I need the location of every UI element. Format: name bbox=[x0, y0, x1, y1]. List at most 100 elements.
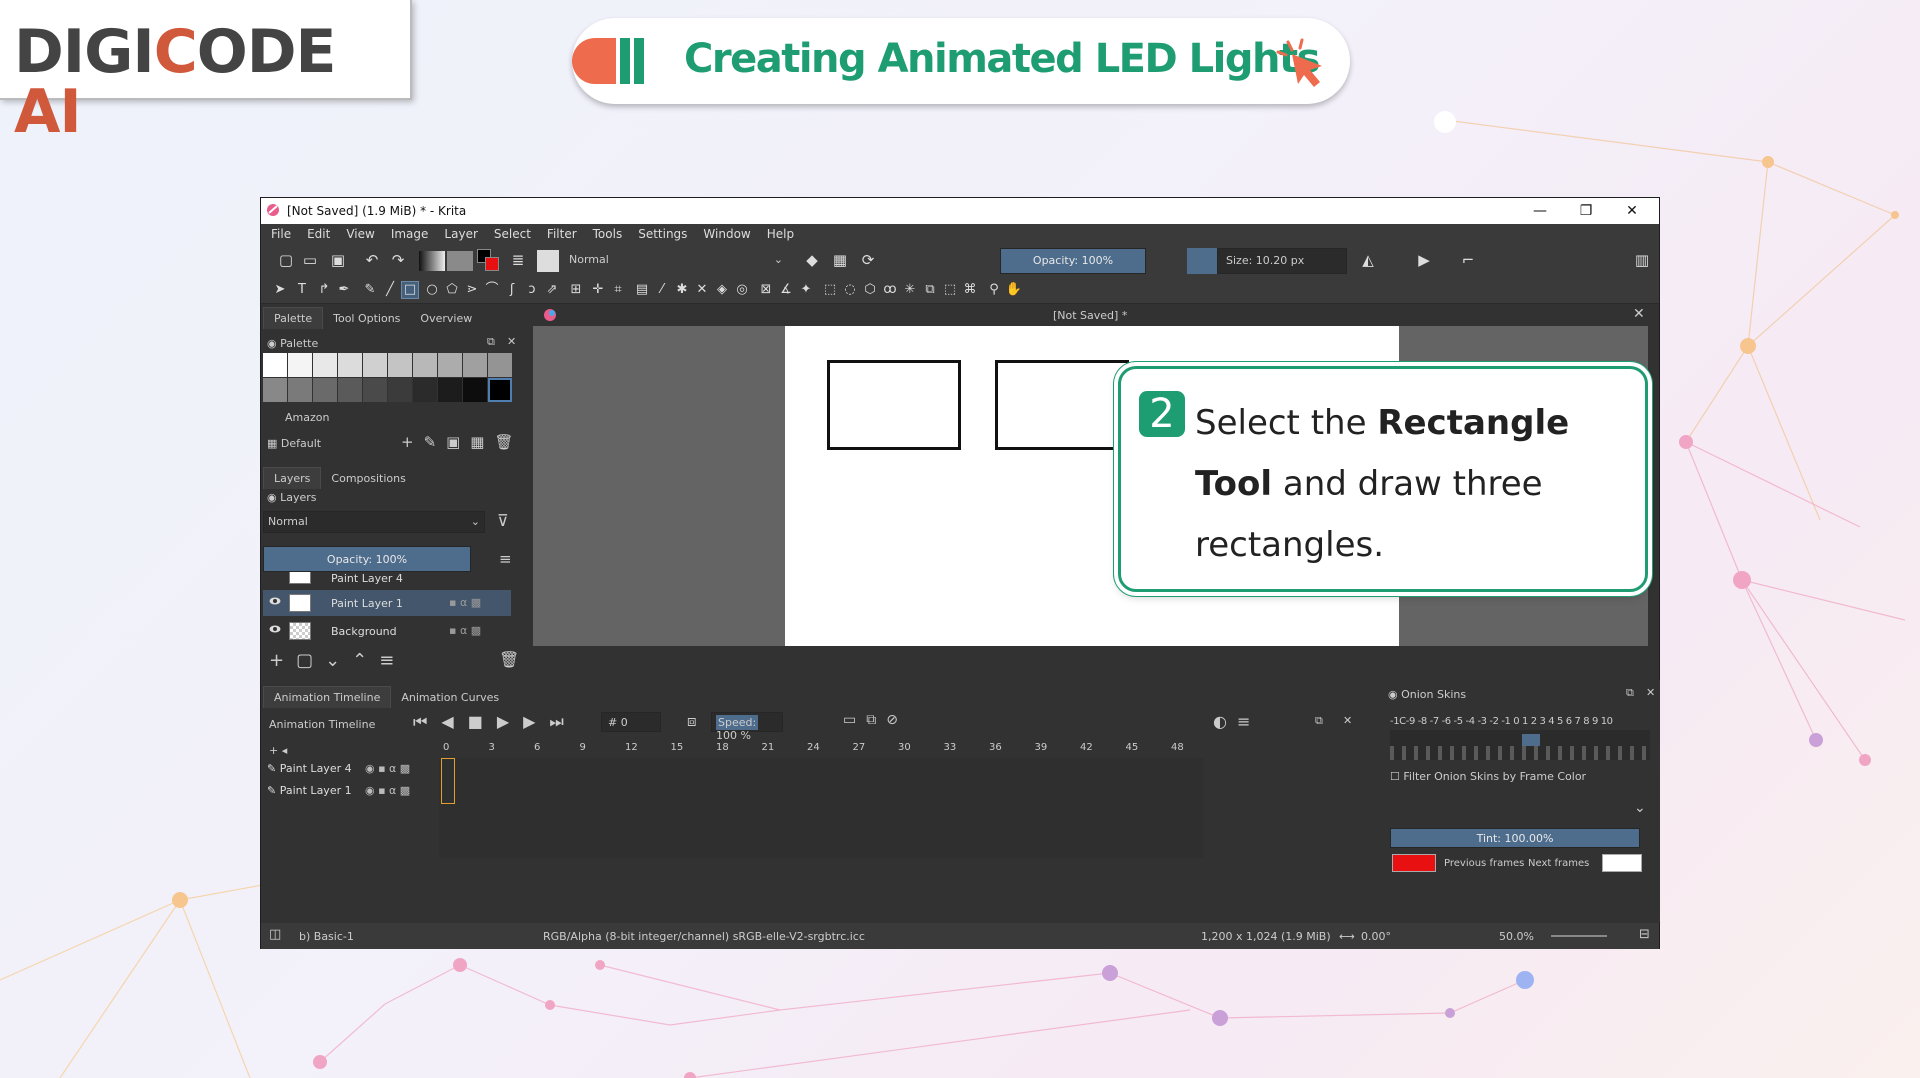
ellipse-tool-icon[interactable]: ○ bbox=[423, 282, 441, 298]
tab-animation-timeline[interactable]: Animation Timeline bbox=[263, 686, 392, 708]
filter-icon[interactable]: ⊽ bbox=[497, 511, 509, 530]
pattern-swatch[interactable] bbox=[447, 251, 473, 271]
brush-preset-icon[interactable] bbox=[537, 250, 559, 272]
menu-select[interactable]: Select bbox=[484, 224, 537, 241]
visibility-eye-icon[interactable] bbox=[269, 596, 281, 606]
layer-blend-select[interactable]: Normal ⌄ bbox=[263, 511, 485, 533]
contiguous-select-icon[interactable]: ✳ bbox=[901, 282, 919, 298]
gradient-swatch[interactable] bbox=[419, 251, 445, 271]
size-slider[interactable]: Size: 10.20 px bbox=[1217, 248, 1347, 274]
float-docker-icon[interactable]: ⧉ bbox=[1626, 686, 1634, 700]
eraser-icon[interactable]: ◆ bbox=[801, 250, 823, 270]
layer-menu-icon[interactable]: ≡ bbox=[499, 550, 512, 568]
tab-compositions[interactable]: Compositions bbox=[321, 468, 415, 489]
layer-row[interactable]: Paint Layer 4 bbox=[263, 572, 511, 586]
mirror-horizontal-icon[interactable]: ◭ bbox=[1357, 250, 1379, 270]
opacity-slider[interactable]: Opacity: 100% bbox=[1000, 248, 1146, 274]
fill-tool-icon[interactable]: ✕ bbox=[693, 282, 711, 298]
open-folder-icon[interactable]: ▭ bbox=[299, 250, 321, 270]
pan-hand-icon[interactable]: ✋ bbox=[1005, 282, 1023, 298]
save-icon[interactable]: ▣ bbox=[327, 250, 349, 270]
timeline-frames-grid[interactable] bbox=[439, 758, 1203, 858]
magnetic-select-icon[interactable]: ⌘ bbox=[961, 282, 979, 298]
next-frames-color[interactable] bbox=[1602, 854, 1642, 872]
layer-row-selected[interactable]: Paint Layer 1 ▪ α ▩ bbox=[263, 590, 511, 616]
expand-icon[interactable]: ⌄ bbox=[1634, 800, 1646, 816]
bucket-icon[interactable]: ◈ bbox=[713, 282, 731, 298]
minimize-button[interactable]: — bbox=[1517, 200, 1563, 222]
speed-slider[interactable]: Speed: 100 % bbox=[711, 712, 783, 742]
ellipse-select-icon[interactable]: ◌ bbox=[841, 282, 859, 298]
delete-layer-icon[interactable]: 🗑 bbox=[499, 650, 519, 669]
mirror-vertical-icon[interactable]: ▶ bbox=[1413, 250, 1435, 270]
measure-icon[interactable]: ∡ bbox=[777, 282, 795, 298]
layer-actions[interactable]: +▢⌄⌃≡ bbox=[269, 650, 406, 671]
rect-select-icon[interactable]: ⬚ bbox=[821, 282, 839, 298]
menu-layer[interactable]: Layer bbox=[434, 224, 483, 241]
menu-view[interactable]: View bbox=[336, 224, 380, 241]
select-shapes-icon[interactable]: ➤ bbox=[271, 282, 289, 298]
close-docker-icon[interactable]: ✕ bbox=[507, 335, 516, 348]
smart-patch-icon[interactable]: ✱ bbox=[673, 282, 691, 298]
frame-controls[interactable]: ▭⧉⊘ bbox=[843, 712, 908, 728]
float-docker-icon[interactable]: ⧉ bbox=[487, 335, 495, 349]
tab-tool-options[interactable]: Tool Options bbox=[323, 308, 410, 329]
layer-opacity-slider[interactable]: Opacity: 100% bbox=[263, 546, 471, 572]
freehand-brush-icon[interactable]: ✎ bbox=[361, 282, 379, 298]
menu-file[interactable]: File bbox=[261, 224, 297, 241]
blend-mode-select[interactable]: Normal ⌄ bbox=[561, 248, 791, 274]
multibrush-icon[interactable]: ⇗ bbox=[543, 282, 561, 298]
transform-icon[interactable]: ⊞ bbox=[567, 282, 585, 298]
new-document-icon[interactable]: ▢ bbox=[275, 250, 297, 270]
reload-preset-icon[interactable]: ⟳ bbox=[857, 250, 879, 270]
polyline-tool-icon[interactable]: ⋗ bbox=[463, 282, 481, 298]
close-document-icon[interactable]: ✕ bbox=[1633, 306, 1645, 322]
layer-lock-icons[interactable]: ▪ α ▩ bbox=[449, 596, 481, 609]
polygon-select-icon[interactable]: ⬡ bbox=[861, 282, 879, 298]
timeline-layer-row[interactable]: ✎ Paint Layer 4 ◉ ▪ α ▩ bbox=[267, 762, 437, 784]
onion-opacity-bars[interactable] bbox=[1390, 730, 1650, 760]
zoom-slider[interactable] bbox=[1551, 935, 1607, 937]
text-tool-icon[interactable]: T bbox=[293, 282, 311, 298]
crop-icon[interactable]: ⌗ bbox=[609, 282, 627, 298]
filter-onion-checkbox[interactable]: ☐ Filter Onion Skins by Frame Color bbox=[1390, 770, 1586, 783]
similar-select-icon[interactable]: ⧉ bbox=[921, 282, 939, 298]
timeline-layer-row[interactable]: ✎ Paint Layer 1 ◉ ▪ α ▩ bbox=[267, 784, 437, 806]
tab-animation-curves[interactable]: Animation Curves bbox=[391, 687, 509, 708]
undo-icon[interactable]: ↶ bbox=[361, 250, 383, 270]
tint-slider[interactable]: Tint: 100.00% bbox=[1390, 828, 1640, 848]
palette-swatches[interactable] bbox=[263, 353, 512, 403]
redo-icon[interactable]: ↷ bbox=[387, 250, 409, 270]
float-docker-icon[interactable]: ⧉ bbox=[1315, 714, 1323, 728]
palette-actions[interactable]: +✎▣▦🗑 bbox=[401, 433, 524, 451]
screen-icon[interactable]: ⊟ bbox=[1639, 927, 1650, 942]
crop-wrap-icon[interactable]: ⌐ bbox=[1457, 250, 1479, 270]
layer-lock-icons[interactable]: ▪ α ▩ bbox=[449, 624, 481, 637]
document-tab[interactable]: [Not Saved] * ✕ bbox=[533, 304, 1659, 326]
menu-settings[interactable]: Settings bbox=[628, 224, 693, 241]
close-docker-icon[interactable]: ✕ bbox=[1343, 714, 1352, 727]
menu-image[interactable]: Image bbox=[381, 224, 435, 241]
visibility-eye-icon[interactable] bbox=[269, 624, 281, 634]
freehand-select-icon[interactable]: ꝏ bbox=[881, 282, 899, 298]
reference-icon[interactable]: ✦ bbox=[797, 282, 815, 298]
menu-window[interactable]: Window bbox=[693, 224, 756, 241]
bezier-select-icon[interactable]: ⬚ bbox=[941, 282, 959, 298]
polygon-tool-icon[interactable]: ⬠ bbox=[443, 282, 461, 298]
rectangle-tool-icon[interactable]: □ bbox=[401, 281, 419, 299]
add-layer-icon[interactable]: + ◂ bbox=[269, 744, 287, 757]
palette-source[interactable]: Amazon bbox=[285, 411, 329, 424]
gradient-tool-icon[interactable]: ▤ bbox=[633, 282, 651, 298]
frame-number-input[interactable]: # 0 bbox=[601, 712, 661, 732]
edit-shapes-icon[interactable]: ↱ bbox=[315, 282, 333, 298]
background-color[interactable] bbox=[485, 257, 499, 271]
assistant-tool-icon[interactable]: ⊠ bbox=[757, 282, 775, 298]
enclose-fill-icon[interactable]: ◎ bbox=[733, 282, 751, 298]
tab-palette[interactable]: Palette bbox=[263, 307, 324, 329]
alpha-lock-icon[interactable]: ▦ bbox=[829, 250, 851, 270]
previous-frames-color[interactable] bbox=[1392, 854, 1436, 872]
menu-help[interactable]: Help bbox=[757, 224, 800, 241]
workspace-icon[interactable]: ▥ bbox=[1631, 250, 1653, 270]
menu-edit[interactable]: Edit bbox=[297, 224, 336, 241]
brush-settings-icon[interactable]: ≣ bbox=[507, 250, 529, 270]
